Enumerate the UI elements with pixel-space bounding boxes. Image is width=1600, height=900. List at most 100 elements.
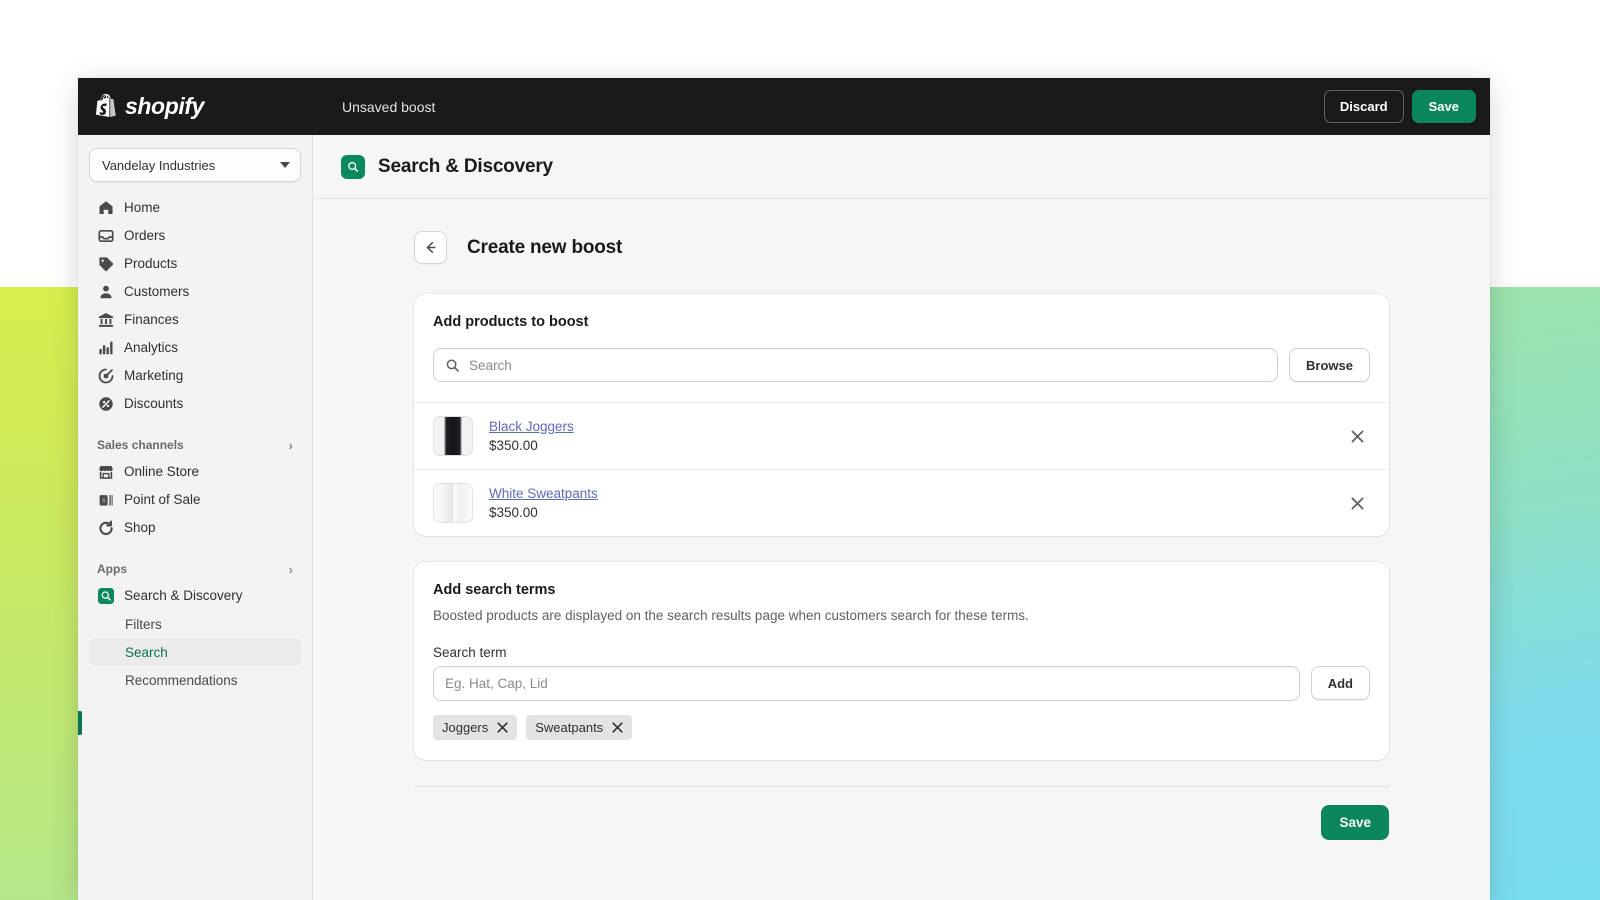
search-discovery-header-icon (341, 154, 365, 179)
table-row: White Sweatpants $350.00 (414, 469, 1389, 536)
add-products-title: Add products to boost (433, 314, 589, 330)
section-header-sales-channels[interactable]: Sales channels › (89, 432, 301, 458)
analytics-bars-icon (97, 340, 114, 357)
chevron-down-icon (280, 162, 290, 168)
sidebar-item-orders[interactable]: Orders (89, 222, 301, 250)
product-search-input[interactable] (469, 357, 1267, 373)
remove-tag-icon[interactable] (612, 722, 623, 733)
store-switcher[interactable]: Vandelay Industries (89, 148, 301, 182)
store-name: Vandelay Industries (102, 157, 216, 173)
add-term-button[interactable]: Add (1310, 666, 1370, 700)
content-scroll-region: Create new boost Add products to boost S… (313, 199, 1490, 900)
tag-joggers[interactable]: Joggers (433, 715, 518, 740)
form-footer: Save (414, 786, 1389, 840)
search-term-tags: Joggers Sweatpants (433, 715, 1370, 740)
sidebar-label: Online Store (124, 464, 200, 480)
section-label: Apps (97, 562, 127, 576)
product-price: $350.00 (489, 505, 538, 520)
sidebar: Vandelay Industries Home Orders Products… (78, 135, 313, 900)
arrow-left-icon (423, 240, 438, 255)
back-button[interactable] (414, 231, 447, 264)
shopify-logo[interactable]: shopify (96, 93, 314, 120)
tag-label: Sweatpants (535, 720, 604, 735)
discard-button[interactable]: Discard (1323, 90, 1404, 123)
save-button-bottom[interactable]: Save (1321, 805, 1389, 840)
product-meta: White Sweatpants $350.00 (489, 486, 598, 520)
sidebar-item-search-and-discovery[interactable]: Search & Discovery (89, 582, 301, 610)
app-header: Search & Discovery (313, 135, 1490, 199)
product-search-row: Browse (433, 348, 1370, 382)
sidebar-item-point-of-sale[interactable]: S Point of Sale (89, 486, 301, 514)
sidebar-label: Finances (124, 312, 179, 328)
pos-icon: S (97, 492, 114, 509)
sidebar-label: Point of Sale (124, 492, 201, 508)
active-nav-indicator (78, 711, 82, 735)
remove-product-icon[interactable] (1344, 423, 1370, 449)
shop-icon (97, 520, 114, 537)
add-products-card: Add products to boost Browse (414, 294, 1389, 536)
add-products-card-body: Add products to boost Browse (414, 294, 1389, 402)
product-link[interactable]: Black Joggers (489, 419, 574, 434)
chevron-right-icon: › (288, 561, 293, 577)
add-search-terms-card-body: Add search terms Boosted products are di… (414, 562, 1389, 760)
add-search-terms-card: Add search terms Boosted products are di… (414, 562, 1389, 760)
sidebar-item-discounts[interactable]: Discounts (89, 390, 301, 418)
sidebar-item-finances[interactable]: Finances (89, 306, 301, 334)
remove-tag-icon[interactable] (497, 722, 508, 733)
tag-label: Joggers (442, 720, 489, 735)
shopify-wordmark: shopify (125, 93, 204, 119)
sidebar-item-analytics[interactable]: Analytics (89, 334, 301, 362)
sidebar-item-recommendations[interactable]: Recommendations (89, 666, 301, 694)
page-title: Create new boost (467, 236, 623, 258)
sidebar-item-home[interactable]: Home (89, 194, 301, 222)
remove-product-icon[interactable] (1344, 490, 1370, 516)
marketing-target-icon (97, 368, 114, 385)
finances-bank-icon (97, 312, 114, 329)
section-label: Sales channels (97, 438, 184, 452)
storefront-icon (97, 464, 114, 481)
sidebar-item-shop[interactable]: Shop (89, 514, 301, 542)
discounts-percent-icon (97, 396, 114, 413)
search-term-input[interactable] (433, 666, 1300, 701)
app-title: Search & Discovery (378, 155, 553, 177)
save-button-top[interactable]: Save (1411, 90, 1476, 123)
section-header-apps[interactable]: Apps › (89, 556, 301, 582)
search-icon (445, 358, 460, 373)
sidebar-label: Customers (124, 284, 190, 300)
top-bar: shopify Unsaved boost Discard Save (78, 78, 1490, 135)
home-icon (97, 200, 114, 217)
desktop-backdrop: shopify Unsaved boost Discard Save Vande… (0, 0, 1600, 900)
sidebar-label: Marketing (124, 368, 184, 384)
sidebar-label: Shop (124, 520, 156, 536)
sidebar-label: Home (124, 200, 161, 216)
product-link[interactable]: White Sweatpants (489, 486, 598, 501)
topbar-actions: Discard Save (1323, 90, 1476, 123)
main-content: Search & Discovery Create new boost Add … (313, 135, 1490, 900)
browse-button[interactable]: Browse (1289, 348, 1370, 382)
sidebar-item-search[interactable]: Search (89, 638, 301, 666)
shopify-admin-window: shopify Unsaved boost Discard Save Vande… (78, 78, 1490, 900)
products-tag-icon (97, 256, 114, 273)
sidebar-item-marketing[interactable]: Marketing (89, 362, 301, 390)
search-discovery-app-icon (97, 588, 114, 605)
content-column: Create new boost Add products to boost S… (414, 231, 1389, 840)
add-search-terms-description: Boosted products are displayed on the se… (433, 608, 1029, 623)
page-header: Create new boost (414, 231, 1389, 264)
tag-sweatpants[interactable]: Sweatpants (526, 715, 633, 740)
product-thumbnail (433, 483, 473, 523)
window-body: Vandelay Industries Home Orders Products… (78, 135, 1490, 900)
add-search-terms-title: Add search terms (433, 582, 556, 598)
orders-icon (97, 228, 114, 245)
product-price: $350.00 (489, 438, 538, 453)
sidebar-item-products[interactable]: Products (89, 250, 301, 278)
sidebar-item-customers[interactable]: Customers (89, 278, 301, 306)
product-meta: Black Joggers $350.00 (489, 419, 574, 453)
search-term-row: Add (433, 666, 1370, 701)
sidebar-item-filters[interactable]: Filters (89, 610, 301, 638)
sidebar-label: Orders (124, 228, 166, 244)
shopify-bag-icon (96, 94, 118, 119)
sidebar-item-online-store[interactable]: Online Store (89, 458, 301, 486)
sidebar-label: Search & Discovery (124, 588, 243, 604)
table-row: Black Joggers $350.00 (414, 402, 1389, 469)
product-search-field[interactable] (433, 348, 1279, 382)
